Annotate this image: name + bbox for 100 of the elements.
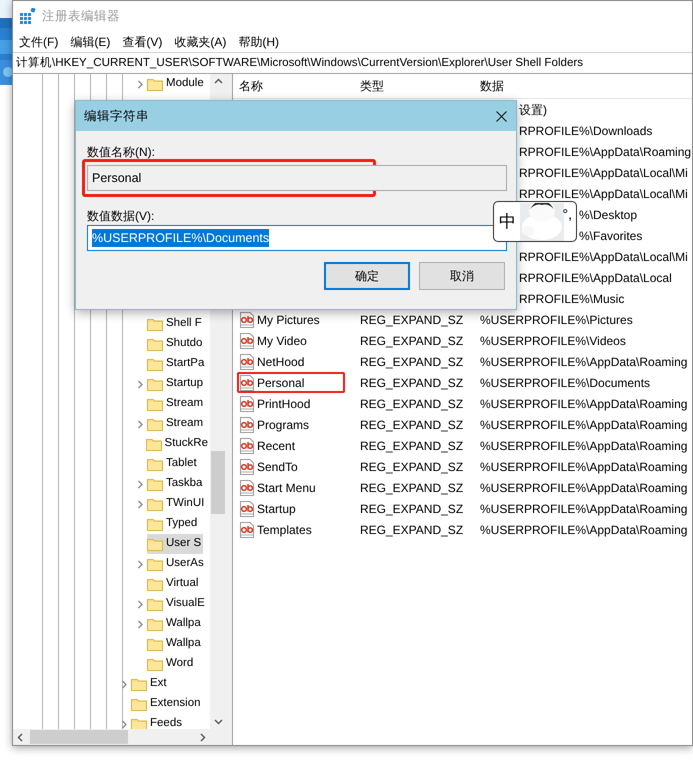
scroll-up-icon[interactable]: [214, 78, 222, 84]
value-data: %USERPROFILE%\AppData\Roaming: [480, 502, 688, 516]
value-data: RPROFILE%\Music: [519, 290, 624, 308]
scroll-right-icon[interactable]: [200, 732, 206, 742]
close-icon[interactable]: [496, 110, 506, 122]
value-data: %USERPROFILE%\AppData\Roaming: [480, 354, 688, 368]
expand-icon[interactable]: [120, 680, 128, 688]
value-data: RPROFILE%\Downloads: [519, 122, 652, 140]
value-type: REG_EXPAND_SZ: [360, 438, 464, 452]
folder-icon: [147, 657, 163, 671]
column-header[interactable]: 数据: [480, 79, 504, 93]
value-data: %USERPROFILE%\Videos: [480, 334, 626, 348]
value-data: RPROFILE%\AppData\Local\Mi: [519, 248, 688, 266]
expand-icon[interactable]: [136, 380, 144, 388]
value-data: %USERPROFILE%\AppData\Roaming: [480, 522, 688, 536]
value-data: %\Desktop: [579, 206, 638, 224]
folder-icon: [147, 577, 163, 591]
menu-item[interactable]: 查看(V): [122, 32, 162, 50]
column-header[interactable]: 类型: [360, 79, 384, 93]
folder-icon: [147, 537, 163, 551]
folder-icon: [147, 497, 163, 511]
expand-icon[interactable]: [136, 600, 144, 608]
expand-icon[interactable]: [136, 80, 144, 88]
window-title: 注册表编辑器: [42, 8, 120, 25]
string-value-icon: [239, 500, 255, 516]
folder-icon: [147, 457, 163, 471]
value-data: RPROFILE%\AppData\Local\Mi: [519, 186, 688, 202]
field-label: 数值名称(N):: [87, 144, 155, 159]
folder-icon: [147, 397, 163, 411]
value-data: %USERPROFILE%\AppData\Roaming: [480, 480, 688, 494]
value-data: RPROFILE%\AppData\Local\Mi: [519, 164, 688, 182]
menu-item[interactable]: 收藏夹(A): [174, 32, 226, 50]
expand-icon[interactable]: [120, 720, 128, 728]
value-name[interactable]: Programs: [257, 416, 310, 434]
value-name[interactable]: PrintHood: [257, 394, 310, 412]
value-type: REG_EXPAND_SZ: [360, 334, 464, 348]
menu-item[interactable]: 编辑(E): [70, 32, 110, 50]
ime-status-popup[interactable]: 中 °,: [493, 201, 577, 242]
tree-item[interactable]: User S: [147, 534, 204, 554]
folder-icon: [146, 437, 162, 451]
value-name[interactable]: Personal: [257, 374, 304, 392]
value-type: REG_EXPAND_SZ: [360, 418, 464, 432]
scrollbar-thumb[interactable]: [30, 730, 128, 744]
string-value-icon: [239, 458, 255, 474]
expand-icon[interactable]: [136, 560, 144, 568]
value-data: %USERPROFILE%\AppData\Roaming: [480, 396, 688, 410]
value-name[interactable]: SendTo: [257, 458, 298, 476]
value-data: 设置): [519, 102, 547, 118]
app-icon: [20, 8, 36, 24]
string-value-icon: [239, 354, 255, 370]
scrollbar-thumb[interactable]: [211, 451, 225, 514]
scrollbar[interactable]: [13, 729, 226, 745]
value-data: %USERPROFILE%\AppData\Roaming: [480, 418, 688, 432]
value-name[interactable]: My Pictures: [257, 310, 320, 328]
string-value-icon: [239, 438, 255, 454]
value-name[interactable]: NetHood: [257, 352, 304, 370]
column-header[interactable]: 名称: [239, 77, 263, 95]
value-name[interactable]: Startup: [257, 500, 296, 518]
value-data: %USERPROFILE%\AppData\Roaming: [480, 438, 688, 452]
scroll-left-icon[interactable]: [17, 732, 23, 742]
folder-icon: [131, 697, 147, 711]
value-data: %USERPROFILE%\AppData\Roaming: [480, 460, 688, 474]
expand-icon[interactable]: [136, 420, 144, 428]
folder-icon: [147, 317, 163, 331]
value-type: REG_EXPAND_SZ: [360, 502, 464, 516]
cancel-button[interactable]: 取消: [419, 262, 505, 290]
ok-button[interactable]: 确定: [324, 262, 410, 290]
folder-icon: [147, 377, 163, 391]
value-data: RPROFILE%\AppData\Local: [519, 270, 672, 286]
menu-item[interactable]: 文件(F): [19, 32, 58, 50]
folder-icon: [147, 637, 163, 651]
value-type: REG_EXPAND_SZ: [360, 480, 464, 494]
folder-icon: [131, 717, 147, 729]
dialog-title: 编辑字符串: [84, 108, 149, 125]
data-field[interactable]: %USERPROFILE%\Documents: [87, 225, 507, 251]
value-type: REG_EXPAND_SZ: [360, 396, 464, 410]
folder-icon: [147, 557, 163, 571]
folder-icon: [147, 77, 163, 91]
menu-item[interactable]: 帮助(H): [238, 32, 279, 50]
scroll-down-icon[interactable]: [214, 719, 222, 725]
folder-icon: [147, 597, 163, 611]
string-value-icon: [239, 522, 255, 538]
value-name[interactable]: Recent: [257, 436, 296, 454]
expand-icon[interactable]: [136, 480, 144, 488]
expand-icon[interactable]: [136, 620, 144, 628]
string-value-icon: [239, 480, 255, 496]
folder-icon: [147, 517, 163, 531]
value-type: REG_EXPAND_SZ: [360, 354, 464, 368]
address-path: 计算机\HKEY_CURRENT_USER\SOFTWARE\Microsoft\Windows\CurrentVersion\Explorer\User Shell Folders: [16, 56, 584, 69]
string-value-icon: [239, 416, 255, 432]
value-name[interactable]: Start Menu: [257, 478, 316, 496]
value-name[interactable]: Templates: [257, 520, 312, 538]
name-field[interactable]: Personal: [87, 165, 507, 191]
folder-icon: [147, 337, 163, 351]
expand-icon[interactable]: [136, 500, 144, 508]
value-type: REG_EXPAND_SZ: [360, 376, 464, 390]
value-name[interactable]: My Video: [257, 332, 307, 350]
value-type: REG_EXPAND_SZ: [360, 460, 464, 474]
string-value-icon: [239, 374, 255, 390]
value-data: %\Favorites: [579, 228, 642, 244]
